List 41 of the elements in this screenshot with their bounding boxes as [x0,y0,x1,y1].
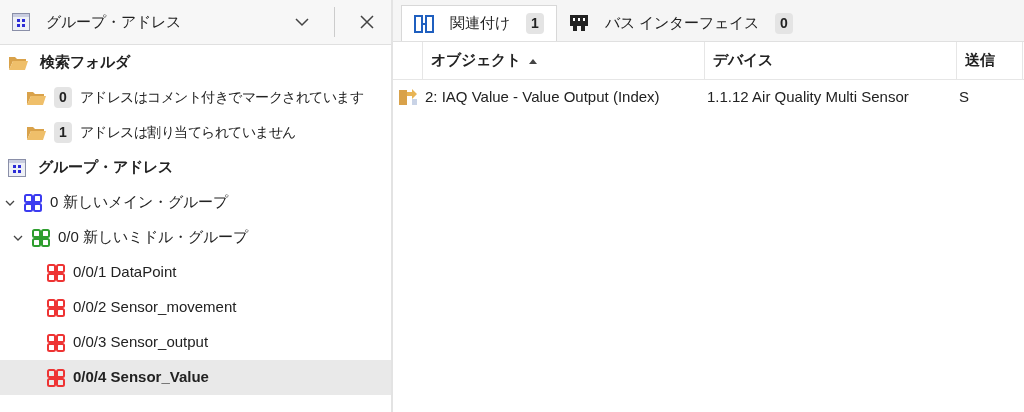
tree-item[interactable]: 検索フォルダ [0,45,391,80]
folder-icon [8,54,28,71]
tree-item[interactable]: 0/0/1 DataPoint [0,255,391,290]
count-badge: 0 [54,87,72,108]
tree-item[interactable]: 0 アドレスはコメント付きでマークされています [0,80,391,115]
folder-label: アドレスは割り当てられていません [79,123,296,142]
table-row[interactable]: 2: IAQ Value - Value Output (Index) 1.1.12 Air Quality Multi Sensor S [393,80,1024,114]
tree-item[interactable]: 0/0 新しいミドル・グループ [0,220,391,255]
tree-item[interactable]: 0 新しいメイン・グループ [0,185,391,220]
tree-item[interactable]: グループ・アドレス [0,150,391,185]
folder-icon [26,89,46,106]
count-badge: 1 [526,13,544,34]
address-table-icon [12,13,30,31]
address-table-icon [8,158,26,177]
group-icon [47,263,65,282]
tab[interactable]: バス インターフェイス 0 [556,5,805,41]
tree-item[interactable]: 0/0/3 Sensor_output [0,325,391,360]
column-header[interactable]: 送信 [957,42,1023,79]
link-icon [414,14,434,33]
folder-icon [26,124,46,141]
column-header[interactable]: オブジェクト [423,42,705,79]
group-icon [24,193,42,212]
tree-item[interactable]: 0/0/4 Sensor_Value [0,360,391,395]
column-header[interactable]: デバイス [705,42,957,79]
tree-item[interactable]: 1 アドレスは割り当てられていません [0,115,391,150]
table-cell-text: S [958,86,970,107]
count-badge: 0 [774,12,793,34]
tree-item[interactable]: 0/0/2 Sensor_movement [0,290,391,325]
table-cell-text: 1.1.12 Air Quality Multi Sensor [706,86,910,107]
group-icon [47,298,65,317]
group-icon [32,228,50,247]
panel-title: グループ・アドレス [46,11,182,32]
tab[interactable]: 関連付け 1 [401,5,557,41]
folder-label: アドレスはコメント付きでマークされています [79,88,364,107]
count-badge: 1 [54,122,72,143]
close-icon[interactable] [359,14,375,30]
object-icon [398,88,418,106]
group-icon [47,333,65,352]
group-icon [47,368,65,387]
bus-interface-icon [568,14,589,32]
table-cell-text: 2: IAQ Value - Value Output (Index) [424,86,661,107]
